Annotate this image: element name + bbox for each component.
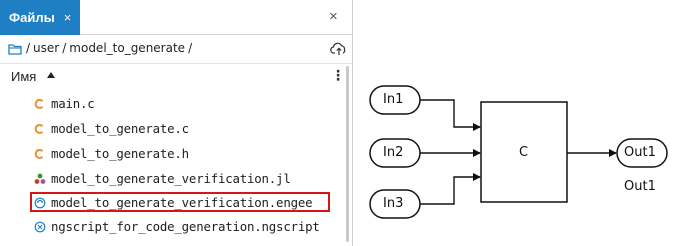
file-name: model_to_generate_verification.jl <box>51 171 291 186</box>
list-item-selected[interactable]: model_to_generate_verification.engee <box>0 191 352 215</box>
list-item[interactable]: model_to_generate.h <box>0 142 352 166</box>
scrollbar[interactable] <box>346 66 349 242</box>
upload-icon[interactable] <box>330 40 348 58</box>
panel-close-icon[interactable]: × <box>329 9 338 24</box>
breadcrumb-user[interactable]: user <box>33 41 59 55</box>
tab-close-icon[interactable]: × <box>64 10 72 25</box>
breadcrumb-root-separator: / <box>26 41 31 55</box>
outport-caption: Out1 <box>624 179 656 194</box>
tab-files-label: Файлы <box>9 10 55 25</box>
file-name: model_to_generate.h <box>51 146 189 161</box>
inport-in1-label: In1 <box>383 92 404 107</box>
signal-line-in3[interactable] <box>420 173 481 205</box>
inport-in3-label: In3 <box>383 196 404 211</box>
list-header: Имя ⋮ <box>0 64 352 88</box>
c-block-label: C <box>519 145 529 160</box>
c-file-icon <box>34 124 44 134</box>
ngscript-file-icon <box>34 221 46 233</box>
outport-out1-label: Out1 <box>624 145 656 160</box>
file-name: main.c <box>51 96 95 111</box>
breadcrumb-model-to-generate[interactable]: model_to_generate <box>69 41 185 55</box>
inport-in2-label: In2 <box>383 145 404 160</box>
list-item[interactable]: ngscript_for_code_generation.ngscript <box>0 215 352 239</box>
column-name-header[interactable]: Имя <box>11 69 36 84</box>
breadcrumb-separator: / <box>62 41 67 55</box>
file-name: ngscript_for_code_generation.ngscript <box>51 219 320 234</box>
block-diagram: In1 In2 In3 C Out1 Out1 <box>353 0 673 246</box>
c-file-icon <box>34 149 44 159</box>
breadcrumb-path: / user / model_to_generate / <box>26 41 195 55</box>
c-file-icon <box>34 99 44 109</box>
list-item[interactable]: model_to_generate.c <box>0 117 352 141</box>
folder-icon <box>8 44 22 55</box>
tab-bar: Файлы × × <box>0 0 352 35</box>
file-name: model_to_generate.c <box>51 121 189 136</box>
list-item[interactable]: main.c <box>0 92 352 116</box>
signal-line-in1[interactable] <box>420 99 481 131</box>
file-browser-panel: Файлы × × / user / model_to_generate / Имя ⋮ <box>0 0 353 246</box>
breadcrumb-separator: / <box>188 41 193 55</box>
breadcrumb: / user / model_to_generate / <box>0 36 352 64</box>
list-item[interactable]: model_to_generate_verification.jl <box>0 167 352 191</box>
engee-model-icon <box>34 197 46 209</box>
file-name: model_to_generate_verification.engee <box>51 195 313 210</box>
sort-ascending-icon[interactable] <box>47 72 55 78</box>
julia-file-icon <box>34 173 46 184</box>
tab-files[interactable]: Файлы × <box>0 0 80 35</box>
column-menu-icon[interactable]: ⋮ <box>331 68 345 83</box>
